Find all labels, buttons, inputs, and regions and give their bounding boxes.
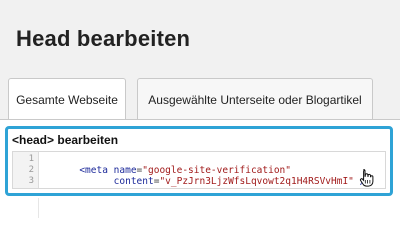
line-number: 3 — [28, 176, 34, 186]
page-title: Head bearbeiten — [16, 26, 191, 51]
head-editor-panel: <head> bearbeiten 1 2 3 <meta name="goog… — [5, 126, 393, 196]
code-attr-name: content — [113, 176, 154, 187]
panel-label: <head> bearbeiten — [12, 133, 119, 147]
code-attr-value: "v_PzJrn3LjzWfsLqvowt2q1H4RSVvHmI" — [159, 176, 354, 187]
tab-label: Gesamte Webseite — [16, 92, 118, 107]
line-number: 1 — [28, 154, 34, 164]
tab-label: Ausgewählte Unterseite oder Blogartikel — [148, 92, 362, 107]
line-number-gutter: 1 2 3 — [13, 152, 39, 188]
code-editor[interactable]: 1 2 3 <meta name="google-site-verificati… — [12, 151, 386, 189]
code-line[interactable]: content="v_PzJrn3LjzWfsLqvowt2q1H4RSVvHm… — [45, 165, 371, 198]
divider — [38, 198, 39, 218]
hand-pointer-icon — [359, 169, 374, 187]
line-number: 2 — [28, 165, 34, 175]
tab-gesamte-webseite[interactable]: Gesamte Webseite — [8, 78, 126, 120]
tab-bar: Gesamte Webseite Ausgewählte Unterseite … — [0, 78, 400, 120]
tab-ausgewaehlte-unterseite[interactable]: Ausgewählte Unterseite oder Blogartikel — [137, 78, 373, 120]
